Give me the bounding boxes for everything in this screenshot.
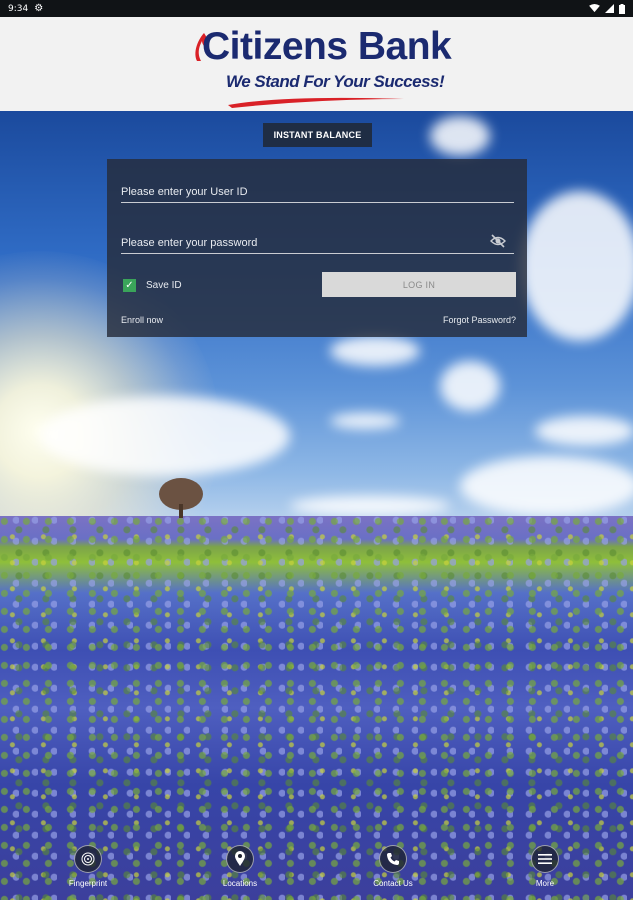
cloud xyxy=(535,416,633,446)
nav-label: Locations xyxy=(222,879,258,888)
tree xyxy=(159,478,203,518)
cloud xyxy=(460,456,633,516)
nav-label: More xyxy=(535,879,555,888)
password-input[interactable]: Please enter your password xyxy=(121,237,257,249)
menu-icon xyxy=(531,845,559,873)
login-card: Please enter your User ID Please enter y… xyxy=(107,159,527,337)
cloud xyxy=(290,496,450,516)
instant-balance-button[interactable]: INSTANT BALANCE xyxy=(263,123,372,147)
enroll-now-link[interactable]: Enroll now xyxy=(121,315,163,325)
nav-label: Fingerprint xyxy=(68,879,108,888)
hero-background: INSTANT BALANCE Please enter your User I… xyxy=(0,111,633,900)
status-bar: 9:34 ⚙ xyxy=(0,0,633,17)
phone-icon xyxy=(379,845,407,873)
nav-locations[interactable]: Locations xyxy=(195,845,285,888)
bottom-nav: Fingerprint Locations Contact Us More xyxy=(0,845,633,900)
wifi-icon xyxy=(589,4,600,13)
status-icons xyxy=(589,3,625,14)
bluebonnet-field xyxy=(0,516,633,900)
bank-tagline: We Stand For Your Success! xyxy=(226,72,445,91)
app-header: Citizens Bank We Stand For Your Success! xyxy=(0,17,633,111)
login-button[interactable]: LOG IN xyxy=(322,272,516,297)
user-id-input[interactable]: Please enter your User ID xyxy=(121,186,248,198)
cloud xyxy=(40,396,290,476)
cloud xyxy=(330,336,420,366)
nav-label: Contact Us xyxy=(373,879,413,888)
save-id-label: Save ID xyxy=(146,280,182,291)
signal-icon xyxy=(605,4,614,13)
logo-swoosh xyxy=(228,97,404,108)
forgot-password-link[interactable]: Forgot Password? xyxy=(443,315,516,325)
location-pin-icon xyxy=(226,845,254,873)
nav-more[interactable]: More xyxy=(500,845,590,888)
nav-contact-us[interactable]: Contact Us xyxy=(348,845,438,888)
nav-fingerprint[interactable]: Fingerprint xyxy=(43,845,133,888)
cloud xyxy=(330,413,400,429)
fingerprint-icon xyxy=(74,845,102,873)
battery-icon xyxy=(619,3,625,14)
citizens-bank-logo: Citizens Bank We Stand For Your Success! xyxy=(190,23,452,109)
status-time: 9:34 xyxy=(8,3,29,14)
gear-icon: ⚙ xyxy=(34,3,44,14)
user-id-underline xyxy=(121,202,514,203)
cloud xyxy=(430,116,490,156)
cloud xyxy=(440,361,500,411)
password-underline xyxy=(121,253,514,254)
save-id-checkbox[interactable]: ✓ xyxy=(123,279,136,292)
bank-name: Citizens Bank xyxy=(202,25,452,68)
cloud xyxy=(520,191,633,341)
hide-password-eye-icon[interactable] xyxy=(490,234,506,248)
